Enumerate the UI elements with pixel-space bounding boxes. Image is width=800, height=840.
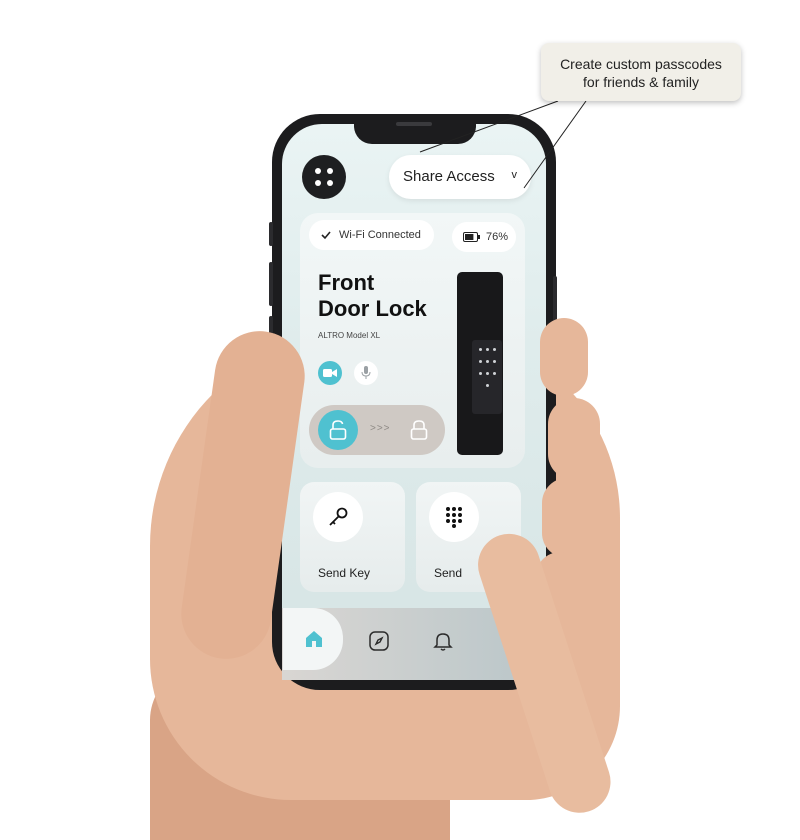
share-access-label: Share Access	[403, 168, 495, 185]
menu-button[interactable]	[302, 155, 346, 199]
camera-icon	[323, 369, 337, 377]
microphone-button[interactable]	[354, 361, 378, 385]
slide-arrows: >>>	[370, 423, 391, 434]
send-key-icon-circle	[313, 492, 363, 542]
battery-percent: 76%	[486, 231, 509, 243]
hand-finger	[540, 318, 588, 396]
send-code-label: Send	[434, 566, 463, 580]
camera-button[interactable]	[318, 361, 342, 385]
wifi-status-badge: Wi-Fi Connected	[309, 220, 434, 250]
unlock-icon	[329, 420, 347, 440]
hand-finger	[548, 398, 600, 480]
chevron-down-icon: v	[511, 169, 518, 181]
bell-icon[interactable]	[432, 630, 454, 652]
phone-notch	[354, 114, 476, 144]
microphone-icon	[361, 366, 371, 379]
key-icon	[329, 507, 348, 526]
tab-home[interactable]	[283, 608, 343, 670]
lock-icon	[410, 420, 428, 440]
battery-badge: 76%	[452, 222, 516, 252]
menu-dots-icon	[315, 168, 333, 186]
hand-finger	[542, 478, 592, 558]
device-title-line2: Door Lock	[318, 296, 427, 321]
home-icon	[306, 631, 322, 647]
smart-lock-keypad	[472, 340, 502, 414]
unlock-slider-handle[interactable]	[318, 410, 358, 450]
device-model: ALTRO Model XL	[318, 331, 381, 340]
send-code-icon-circle	[429, 492, 479, 542]
device-title: Front Door Lock	[318, 270, 468, 322]
callout-line1: Create custom passcodes	[560, 56, 722, 72]
battery-icon	[463, 232, 480, 242]
callout-tooltip: Create custom passcodes for friends & fa…	[541, 43, 741, 101]
callout-line2: for friends & family	[583, 74, 699, 90]
phone-speaker	[396, 122, 432, 126]
share-access-button[interactable]: Share Access v	[389, 155, 531, 199]
phone-side-button	[269, 222, 273, 246]
compass-icon[interactable]	[368, 630, 390, 652]
wifi-status-label: Wi-Fi Connected	[339, 229, 421, 241]
send-key-label: Send Key	[318, 566, 371, 580]
keypad-icon	[446, 507, 462, 528]
device-title-line1: Front	[318, 270, 375, 295]
phone-side-button	[269, 262, 273, 306]
check-icon	[321, 231, 331, 240]
